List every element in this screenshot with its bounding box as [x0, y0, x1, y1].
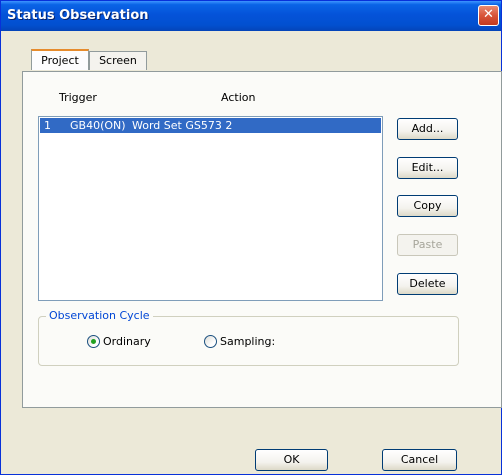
tab-screen[interactable]: Screen [89, 51, 147, 70]
trigger-action-list[interactable]: 1 GB40(ON) Word Set GS573 2 [38, 116, 383, 301]
delete-button[interactable]: Delete [397, 273, 458, 295]
copy-button[interactable]: Copy [397, 195, 458, 217]
sampling-label[interactable]: Sampling: [220, 335, 275, 348]
ordinary-radio[interactable] [87, 335, 100, 348]
column-header-action: Action [221, 91, 256, 104]
row-action: Word Set GS573 2 [132, 119, 233, 132]
list-item[interactable]: 1 GB40(ON) Word Set GS573 2 [40, 118, 381, 133]
add-button[interactable]: Add... [397, 118, 458, 140]
row-trigger: GB40(ON) [70, 119, 126, 132]
title-bar[interactable]: Status Observation ✕ [1, 1, 501, 31]
dialog-window: Status Observation ✕ Project Screen Trig… [0, 0, 502, 475]
ordinary-label[interactable]: Ordinary [103, 335, 151, 348]
row-index: 1 [44, 119, 51, 132]
column-header-trigger: Trigger [59, 91, 97, 104]
cancel-button[interactable]: Cancel [382, 449, 457, 471]
tab-project-label: Project [41, 54, 79, 67]
window-title: Status Observation [7, 8, 149, 23]
paste-button[interactable]: Paste [397, 234, 458, 256]
sampling-radio[interactable] [204, 335, 217, 348]
ok-button[interactable]: OK [255, 449, 328, 471]
tab-project[interactable]: Project [31, 49, 89, 70]
observation-cycle-title: Observation Cycle [46, 309, 153, 322]
radio-selected-dot [91, 339, 96, 344]
edit-button[interactable]: Edit... [397, 157, 458, 179]
close-icon[interactable]: ✕ [478, 5, 499, 26]
tab-screen-label: Screen [99, 54, 137, 67]
